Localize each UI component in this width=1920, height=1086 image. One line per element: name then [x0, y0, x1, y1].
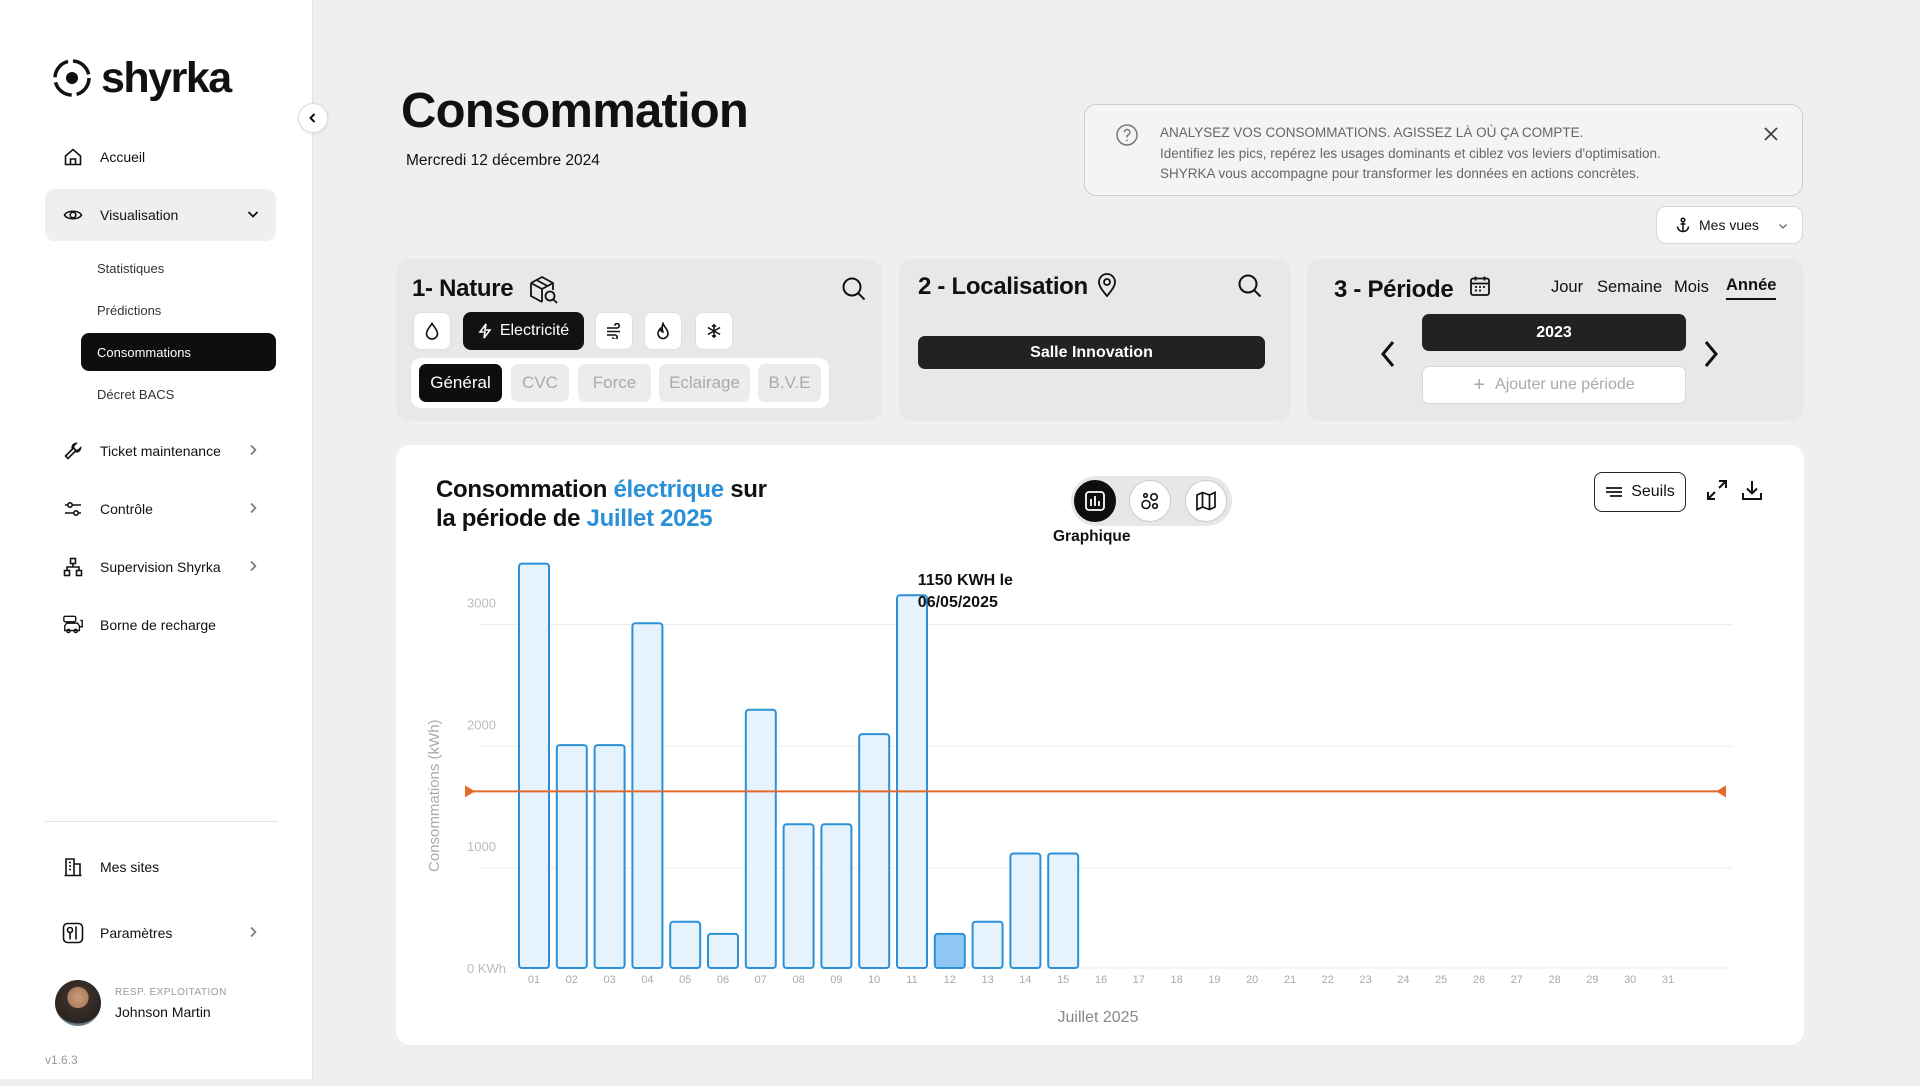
chart-x-tick-label: 22	[1322, 974, 1334, 986]
chart-x-tick-label: 16	[1095, 974, 1107, 986]
chart-x-tick-label: 17	[1133, 974, 1145, 986]
chart-x-tick-label: 21	[1284, 974, 1296, 986]
chart-x-tick-label: 25	[1435, 974, 1447, 986]
chart-x-tick-label: 01	[528, 974, 540, 986]
chart-bar-highlighted	[933, 932, 966, 970]
chart-tooltip-line-1: 1150 KWH le	[918, 572, 1013, 589]
chart-x-tick-label: 07	[755, 974, 767, 986]
chart-threshold-marker-right	[1716, 785, 1726, 798]
chart-x-tick-label: 10	[868, 974, 880, 986]
bar-chart: Consommations (kWh) Juillet 2025 0 KWh 10…	[426, 562, 1732, 1026]
chart-x-tick-label: 15	[1057, 974, 1069, 986]
chart-bar	[858, 733, 891, 969]
chart-bar	[707, 932, 739, 970]
chart-bar	[1047, 852, 1080, 969]
chart-x-tick-label: 02	[566, 974, 578, 986]
chart-bar	[744, 708, 777, 970]
chart-x-tick-label: 18	[1170, 974, 1182, 986]
chevron-left-icon	[306, 111, 320, 125]
chart-y-tick-label: 2000	[467, 717, 496, 732]
chart-x-tick-label: 28	[1548, 974, 1560, 986]
chart-bar	[896, 594, 928, 970]
chart-x-tick-label: 19	[1208, 974, 1220, 986]
chart-x-tick-label: 05	[679, 974, 691, 986]
chart-x-tick-label: 31	[1662, 974, 1674, 986]
chart-tooltip-line-2: 06/05/2025	[918, 594, 998, 611]
chart-x-tick-label: 23	[1359, 974, 1371, 986]
chart-x-tick-label: 27	[1511, 974, 1523, 986]
chart-bar	[1009, 852, 1042, 969]
chart-x-tick-label: 29	[1586, 974, 1598, 986]
chart-x-axis-label: Juillet 2025	[1058, 1009, 1139, 1026]
chart-x-tick-label: 08	[792, 974, 804, 986]
chart-y-tick-label: 3000	[467, 596, 496, 611]
chart-bar	[593, 744, 626, 970]
chart-y-axis-label: Consommations (kWh)	[426, 719, 443, 872]
chart-x-tick-label: 12	[944, 974, 956, 986]
chart-bar	[782, 823, 815, 969]
chart-bar	[555, 744, 588, 970]
chart-bar	[631, 622, 664, 969]
chart-x-tick-label: 11	[906, 974, 917, 986]
chart-x-tick-label: 30	[1624, 974, 1636, 986]
chart-x-tick-label: 24	[1397, 974, 1409, 986]
chart-x-tick-label: 06	[717, 974, 729, 986]
chart-bar	[669, 920, 702, 970]
chart-y-tick-label: 1000	[467, 839, 496, 854]
collapse-sidebar-button[interactable]	[298, 103, 328, 133]
chart-y-tick-label: 0 KWh	[467, 961, 506, 976]
chart-bar	[820, 823, 853, 969]
chart-x-tick-label: 04	[641, 974, 653, 986]
chart-bar	[518, 562, 550, 970]
chart-x-tick-label: 03	[603, 974, 615, 986]
chart-x-tick-label: 09	[830, 974, 842, 986]
chart-threshold-marker-left	[465, 785, 475, 798]
chart-bar	[971, 920, 1004, 970]
chart-x-tick-label: 13	[981, 974, 993, 986]
chart-x-tick-label: 14	[1019, 974, 1031, 986]
chart-x-tick-label: 26	[1473, 974, 1485, 986]
chart-x-tick-label: 20	[1246, 974, 1258, 986]
